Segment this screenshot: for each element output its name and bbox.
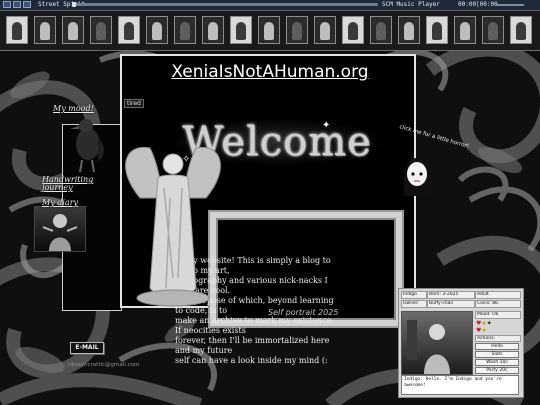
thumbnail-image[interactable] [426, 16, 448, 44]
thumbnail-image[interactable] [370, 16, 392, 44]
thumbnail-image[interactable] [62, 16, 84, 44]
star-icon: ★ [481, 327, 487, 334]
girl-drawing-link[interactable] [400, 150, 434, 200]
thumbnail-image[interactable] [6, 16, 28, 44]
player-volume-slider[interactable] [496, 4, 524, 6]
player-time: 00:00|00:00 [458, 1, 498, 8]
intro-line: self can have a look inside my mind (: [175, 356, 328, 365]
sparkle-icon: ✦ [486, 320, 492, 327]
email-address: idiosyncrattic@gmail.com [68, 362, 140, 368]
thumbnail-image[interactable] [202, 16, 224, 44]
intro-line: make an archive to mark my existence. If… [175, 316, 335, 335]
my-mood-link[interactable]: My mood! [53, 104, 94, 113]
email-button[interactable]: E-MAIL [70, 342, 104, 354]
pet-owner: Buffy-chan [427, 300, 475, 308]
diary-image[interactable] [34, 206, 86, 252]
thumbnail-image[interactable] [174, 16, 196, 44]
thumbnail-image[interactable] [230, 16, 252, 44]
thumbnail-image[interactable] [146, 16, 168, 44]
thumbnail-image[interactable] [314, 16, 336, 44]
handwriting-journey-link[interactable]: Handwriting journey [42, 176, 93, 192]
pet-owner-label: Owner: [401, 300, 427, 308]
pet-coins: Coins: 86 [475, 300, 521, 308]
player-name: SCM Music Player [382, 1, 440, 8]
thumbnail-image[interactable] [286, 16, 308, 44]
thumbnail-image[interactable] [454, 16, 476, 44]
pet-name: Indigo [401, 291, 427, 299]
music-player-bar: Street Spirit SCM Music Player 00:00|00:… [0, 0, 540, 11]
thumbnail-image[interactable] [482, 16, 504, 44]
thumbnail-image[interactable] [342, 16, 364, 44]
frame-caption: Self portrait 2025 [268, 308, 339, 317]
pet-hello-button[interactable]: Hello [475, 343, 519, 350]
player-play-button[interactable] [13, 1, 21, 8]
pet-wash-button[interactable]: Wash 10c [475, 359, 519, 366]
pet-age: Adult [475, 291, 521, 299]
virtual-pet-widget: Indigo Born: 3-2025 Adult Owner: Buffy-c… [398, 288, 524, 398]
thumbnail-image[interactable] [398, 16, 420, 44]
pet-chat-message: Indigo: Hello. I'm Indigo and you're awe… [401, 375, 519, 395]
player-seek-bar[interactable] [72, 2, 378, 7]
thumbnail-image[interactable] [90, 16, 112, 44]
site-title-link[interactable]: XeniaIsNotAHuman.org [122, 62, 418, 82]
thumbnail-image[interactable] [258, 16, 280, 44]
player-prev-button[interactable] [3, 1, 11, 8]
pet-born: Born: 3-2025 [427, 291, 475, 299]
pet-party-button[interactable]: Party 20c [475, 367, 519, 374]
thumbnail-image[interactable] [118, 16, 140, 44]
my-diary-link[interactable]: My diary [42, 198, 78, 207]
pet-actions-label: Actions: [475, 335, 521, 342]
image-thumbnail-strip [0, 10, 540, 51]
thumbnail-image[interactable] [34, 16, 56, 44]
pet-mood: Mood: Ok [475, 311, 521, 319]
sparkle-icon: ✦ [322, 120, 331, 131]
thumbnail-image[interactable] [510, 16, 532, 44]
player-next-button[interactable] [23, 1, 31, 8]
pet-image[interactable] [401, 311, 473, 375]
pet-slots-button[interactable]: Slots [475, 351, 519, 358]
intro-line: forever, then I'll be immortalized here … [175, 336, 330, 355]
pet-stat-icons: ♥★✦ ♥★ [476, 320, 492, 334]
mood-status-badge: tired [124, 99, 144, 108]
player-seek-knob[interactable] [72, 2, 76, 7]
angel-statue-image [125, 146, 221, 307]
crow-image [70, 119, 104, 173]
